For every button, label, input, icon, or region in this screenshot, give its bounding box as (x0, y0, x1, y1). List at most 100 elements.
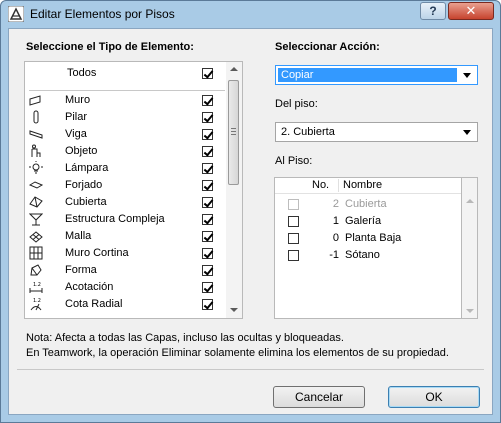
beam-icon (29, 130, 43, 139)
morph-icon (30, 264, 42, 276)
element-type-label: Muro Cortina (65, 247, 129, 259)
scroll-up-arrow-icon[interactable] (230, 67, 238, 71)
story-checkbox[interactable] (288, 216, 299, 227)
complex-structure-icon (29, 213, 43, 226)
story-number: 1 (332, 215, 339, 227)
story-number: -1 (329, 249, 339, 261)
element-type-checkbox[interactable] (202, 265, 213, 276)
element-type-checkbox[interactable] (202, 197, 213, 208)
story-checkbox[interactable] (288, 233, 299, 244)
from-story-select[interactable]: 2. Cubierta (275, 122, 478, 142)
radial-dimension-icon: 1.2 (30, 298, 42, 311)
element-type-label: Objeto (65, 145, 98, 157)
roof-icon (29, 196, 43, 208)
element-type-checkbox[interactable] (202, 180, 213, 191)
list-item[interactable]: Estructura Compleja (25, 211, 228, 228)
story-number: 0 (332, 232, 339, 244)
list-item[interactable]: Forma (25, 262, 228, 279)
lamp-icon (29, 161, 43, 174)
story-name: Galería (345, 215, 382, 227)
element-type-label: Estructura Compleja (65, 213, 165, 225)
action-select[interactable]: Copiar (275, 65, 478, 85)
element-type-label: Pilar (65, 111, 88, 123)
list-item[interactable]: Lámpara (25, 160, 228, 177)
list-item[interactable]: Viga (25, 126, 228, 143)
element-type-checkbox[interactable] (202, 214, 213, 225)
element-type-checkbox[interactable] (202, 248, 213, 259)
list-item[interactable]: Muro (25, 92, 228, 109)
footer-divider (17, 369, 484, 370)
slab-icon (29, 181, 43, 189)
list-item[interactable]: 1.2 Acotación (25, 279, 228, 296)
element-type-label: Acotación (65, 281, 114, 293)
list-item[interactable]: Malla (25, 228, 228, 245)
scroll-up-arrow-icon[interactable] (466, 199, 474, 203)
element-type-label: Cubierta (65, 196, 107, 208)
element-type-checkbox[interactable] (202, 231, 213, 242)
story-number: 2 (332, 198, 339, 210)
element-type-label: Forjado (65, 179, 103, 191)
from-story-label: Del piso: (275, 98, 318, 110)
chevron-down-icon[interactable] (463, 130, 471, 135)
story-checkbox[interactable] (288, 199, 299, 210)
table-row[interactable]: 0 Planta Baja (275, 230, 461, 247)
svg-text:1.2: 1.2 (33, 282, 41, 288)
element-type-label: Viga (65, 128, 87, 140)
story-name: Sótano (345, 249, 380, 261)
to-story-table: No. Nombre 2 Cubierta 1 Galería 0 Planta Baja… (274, 177, 462, 319)
wall-icon (29, 95, 41, 106)
list-item[interactable]: Cubierta (25, 194, 228, 211)
cancel-button[interactable]: Cancelar (273, 386, 365, 408)
element-type-heading: Seleccione el Tipo de Elemento: (26, 41, 194, 53)
element-type-checkbox[interactable] (202, 282, 213, 293)
element-type-checkbox[interactable] (202, 112, 213, 123)
element-list-scrollbar[interactable] (226, 62, 242, 318)
action-select-value: Copiar (281, 69, 314, 81)
mesh-icon (29, 231, 43, 243)
story-name: Planta Baja (345, 232, 402, 244)
element-type-list: Todos Muro Pilar Viga Objeto Lámpara Forjado C… (24, 61, 243, 319)
dimension-icon: 1.2 (29, 282, 43, 293)
element-type-checkbox[interactable] (202, 129, 213, 140)
all-elements-row[interactable]: Todos (25, 65, 228, 82)
story-table-scrollbar[interactable] (462, 177, 478, 319)
list-item[interactable]: Forjado (25, 177, 228, 194)
element-type-checkbox[interactable] (202, 163, 213, 174)
from-story-value: 2. Cubierta (281, 126, 335, 138)
column-header-name[interactable]: Nombre (343, 179, 382, 191)
element-type-checkbox[interactable] (202, 146, 213, 157)
story-checkbox[interactable] (288, 250, 299, 261)
scroll-thumb[interactable] (228, 80, 239, 185)
all-elements-label: Todos (67, 67, 97, 79)
table-row[interactable]: 2 Cubierta (275, 196, 461, 213)
title-bar[interactable]: Editar Elementos por Pisos ? ✕ (1, 1, 500, 27)
note-line-1: Nota: Afecta a todas las Capas, incluso … (26, 332, 344, 344)
scroll-down-arrow-icon[interactable] (230, 308, 238, 312)
window-title: Editar Elementos por Pisos (30, 7, 175, 21)
close-button[interactable]: ✕ (448, 2, 494, 20)
to-story-label: Al Piso: (275, 155, 313, 167)
scroll-down-arrow-icon[interactable] (466, 309, 474, 313)
help-button[interactable]: ? (420, 2, 446, 20)
element-type-label: Muro (65, 94, 91, 106)
list-item[interactable]: Objeto (25, 143, 228, 160)
action-heading: Seleccionar Acción: (275, 41, 380, 53)
table-row[interactable]: 1 Galería (275, 213, 461, 230)
list-item[interactable]: Pilar (25, 109, 228, 126)
element-type-label: Cota Radial (65, 298, 123, 310)
table-row[interactable]: -1 Sótano (275, 247, 461, 264)
ok-button[interactable]: OK (388, 386, 480, 408)
list-item[interactable]: Muro Cortina (25, 245, 228, 262)
all-elements-checkbox[interactable] (202, 68, 213, 79)
element-type-checkbox[interactable] (202, 299, 213, 310)
column-icon (33, 110, 39, 124)
chevron-down-icon[interactable] (463, 73, 471, 78)
story-name: Cubierta (345, 198, 387, 210)
list-divider (29, 90, 225, 91)
column-header-no[interactable]: No. (312, 179, 329, 191)
object-icon (31, 144, 41, 157)
note-line-2: En Teamwork, la operación Eliminar solam… (26, 347, 449, 359)
dialog-body: Seleccione el Tipo de Elemento: Todos Mu… (8, 28, 493, 415)
element-type-checkbox[interactable] (202, 95, 213, 106)
list-item[interactable]: 1.2 Cota Radial (25, 296, 228, 313)
